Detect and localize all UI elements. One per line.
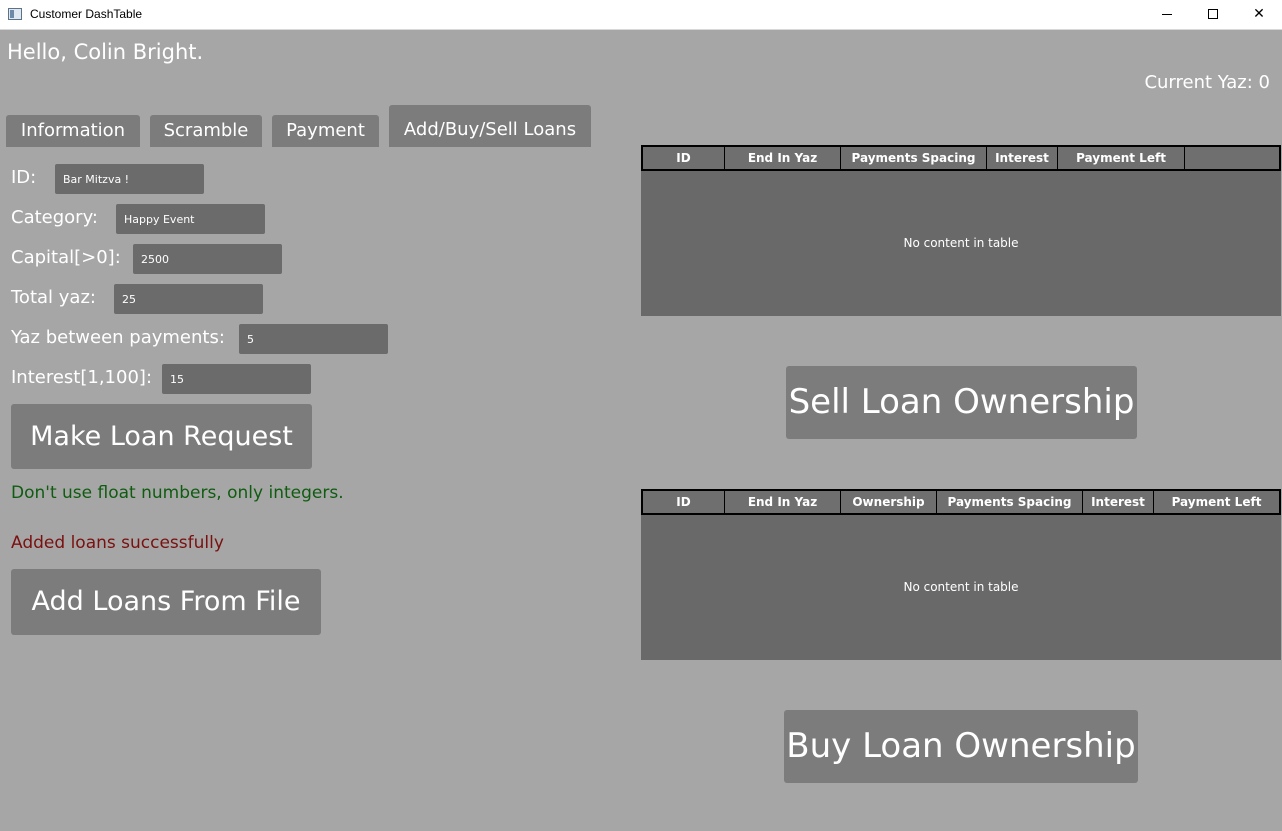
- greeting-text: Hello, Colin Bright.: [7, 40, 204, 64]
- minimize-icon: [1162, 14, 1172, 15]
- window-title: Customer DashTable: [30, 7, 143, 21]
- yaz-between-payments-input[interactable]: [239, 324, 388, 354]
- id-input[interactable]: [55, 164, 204, 194]
- column-header-payment-left[interactable]: Payment Left: [1154, 491, 1279, 513]
- app-window-icon: [8, 8, 22, 20]
- integer-hint-text: Don't use float numbers, only integers.: [11, 483, 344, 503]
- column-header-interest[interactable]: Interest: [987, 147, 1058, 169]
- tab-add-buy-sell-loans[interactable]: Add/Buy/Sell Loans: [389, 105, 591, 147]
- minimize-button[interactable]: [1144, 0, 1190, 30]
- column-header-id[interactable]: ID: [643, 147, 725, 169]
- close-icon: ✕: [1253, 6, 1265, 22]
- column-header-payment-left[interactable]: Payment Left: [1058, 147, 1185, 169]
- buy-loans-table[interactable]: ID End In Yaz Ownership Payments Spacing…: [641, 489, 1281, 660]
- buy-loan-ownership-button[interactable]: Buy Loan Ownership: [784, 710, 1138, 783]
- category-label: Category:: [11, 207, 98, 228]
- tab-payment[interactable]: Payment: [272, 115, 379, 147]
- capital-label: Capital[>0]:: [11, 247, 121, 268]
- capital-input[interactable]: [133, 244, 282, 274]
- column-header-end-in-yaz[interactable]: End In Yaz: [725, 147, 841, 169]
- sell-loan-ownership-button[interactable]: Sell Loan Ownership: [786, 366, 1137, 439]
- sell-loans-table[interactable]: ID End In Yaz Payments Spacing Interest …: [641, 145, 1281, 316]
- column-header-end-in-yaz[interactable]: End In Yaz: [725, 491, 841, 513]
- title-bar: Customer DashTable ✕: [0, 0, 1282, 30]
- status-message: Added loans successfully: [11, 533, 224, 553]
- column-header-id[interactable]: ID: [643, 491, 725, 513]
- close-button[interactable]: ✕: [1236, 0, 1282, 30]
- maximize-button[interactable]: [1190, 0, 1236, 30]
- make-loan-request-button[interactable]: Make Loan Request: [11, 404, 312, 469]
- add-loans-from-file-button[interactable]: Add Loans From File: [11, 569, 321, 635]
- interest-input[interactable]: [162, 364, 311, 394]
- interest-label: Interest[1,100]:: [11, 367, 153, 388]
- table-header: ID End In Yaz Ownership Payments Spacing…: [641, 489, 1281, 515]
- column-header-ownership[interactable]: Ownership: [841, 491, 937, 513]
- table-header: ID End In Yaz Payments Spacing Interest …: [641, 145, 1281, 171]
- yaz-between-payments-label: Yaz between payments:: [11, 327, 225, 348]
- column-header-payments-spacing[interactable]: Payments Spacing: [841, 147, 987, 169]
- category-input[interactable]: [116, 204, 265, 234]
- total-yaz-label: Total yaz:: [11, 287, 96, 308]
- column-header-payments-spacing[interactable]: Payments Spacing: [937, 491, 1083, 513]
- id-label: ID:: [11, 167, 37, 188]
- total-yaz-input[interactable]: [114, 284, 263, 314]
- tab-scramble[interactable]: Scramble: [150, 115, 262, 147]
- tab-information[interactable]: Information: [6, 115, 140, 147]
- empty-table-message: No content in table: [903, 236, 1019, 250]
- empty-table-message: No content in table: [903, 580, 1019, 594]
- maximize-icon: [1208, 9, 1218, 19]
- current-yaz-label: Current Yaz: 0: [1144, 72, 1270, 93]
- column-header-interest[interactable]: Interest: [1083, 491, 1154, 513]
